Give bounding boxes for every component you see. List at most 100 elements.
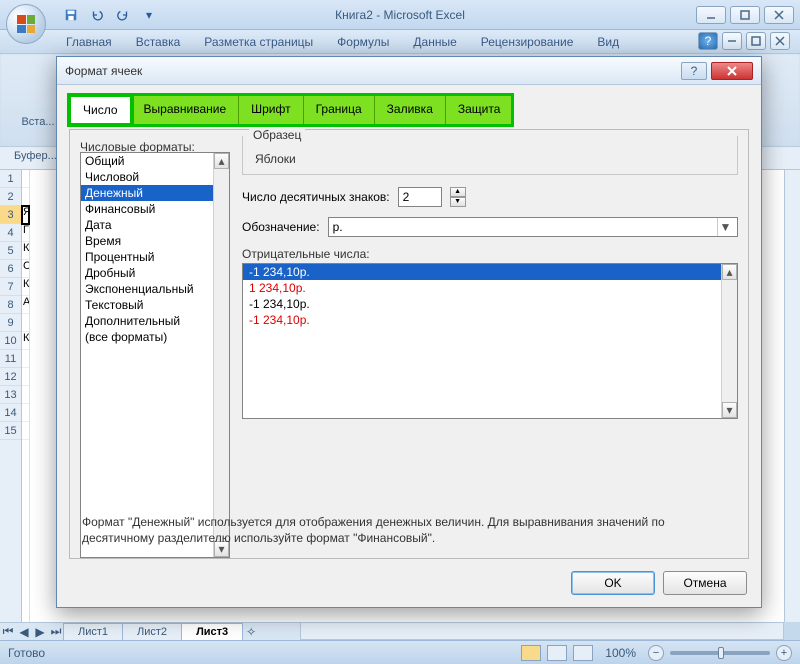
view-normal-button[interactable] [521,645,541,661]
format-item[interactable]: Дата [81,217,229,233]
row-header[interactable]: 6 [0,260,21,278]
format-item[interactable]: Дополнительный [81,313,229,329]
cell[interactable] [22,404,29,422]
tab-protection[interactable]: Защита [445,95,514,125]
decimals-input[interactable] [398,187,442,207]
ribbon-tab-home[interactable]: Главная [54,31,124,53]
tab-alignment[interactable]: Выравнивание [131,95,240,125]
sheet-insert-icon[interactable]: ✧ [243,624,259,640]
negative-format-item[interactable]: 1 234,10р. [243,280,737,296]
row-header[interactable]: 13 [0,386,21,404]
ribbon-tab-page-layout[interactable]: Разметка страницы [192,31,325,53]
cell[interactable] [22,422,29,440]
undo-icon[interactable] [86,4,108,26]
minimize-button[interactable] [696,6,726,24]
cell[interactable]: С [22,260,29,278]
sheet-nav-last-icon[interactable]: ⏭ [48,624,64,640]
cell[interactable]: А [22,296,29,314]
cell[interactable]: Г [22,224,29,242]
format-item[interactable]: Время [81,233,229,249]
sheet-nav-next-icon[interactable]: ▶ [32,624,48,640]
tab-fill[interactable]: Заливка [374,95,446,125]
sheet-tab[interactable]: Лист2 [122,623,182,640]
dialog-titlebar[interactable]: Формат ячеек ? [57,57,761,85]
tab-border[interactable]: Граница [303,95,375,125]
row-header[interactable]: 2 [0,188,21,206]
zoom-out-button[interactable]: − [648,645,664,661]
tab-number[interactable]: Число [69,95,132,125]
ok-button[interactable]: OK [571,571,655,595]
cell[interactable] [22,368,29,386]
row-header[interactable]: 1 [0,170,21,188]
sheet-nav-first-icon[interactable]: ⏮ [0,624,16,640]
symbol-select[interactable]: р. ▼ [328,217,738,237]
ribbon-tab-review[interactable]: Рецензирование [469,31,586,53]
list-scrollbar[interactable]: ▴ ▾ [721,264,737,418]
row-header[interactable]: 11 [0,350,21,368]
row-header[interactable]: 9 [0,314,21,332]
row-header[interactable]: 14 [0,404,21,422]
sheet-tab[interactable]: Лист1 [63,623,123,640]
ribbon-restore-button[interactable] [746,32,766,50]
dialog-help-button[interactable]: ? [681,62,707,80]
row-header[interactable]: 15 [0,422,21,440]
negative-format-item[interactable]: -1 234,10р. [243,296,737,312]
number-formats-list[interactable]: ОбщийЧисловойДенежныйФинансовыйДатаВремя… [80,152,230,558]
format-item[interactable]: Экспоненциальный [81,281,229,297]
row-header[interactable]: 7 [0,278,21,296]
scroll-down-icon[interactable]: ▾ [722,402,737,418]
ribbon-tab-insert[interactable]: Вставка [124,31,193,53]
spin-down-icon[interactable]: ▼ [450,197,466,207]
ribbon-tab-data[interactable]: Данные [401,31,468,53]
zoom-in-button[interactable]: + [776,645,792,661]
row-header[interactable]: 3 [0,206,21,224]
scroll-up-icon[interactable]: ▴ [722,264,737,280]
cell[interactable]: К [22,278,29,296]
close-button[interactable] [764,6,794,24]
ribbon-tab-formulas[interactable]: Формулы [325,31,401,53]
format-item[interactable]: Финансовый [81,201,229,217]
cell[interactable] [22,188,29,206]
format-item[interactable]: (все форматы) [81,329,229,345]
qat-customize-icon[interactable]: ▾ [138,4,160,26]
row-header[interactable]: 5 [0,242,21,260]
scroll-up-icon[interactable]: ▴ [214,153,229,169]
view-page-break-button[interactable] [573,645,593,661]
dialog-close-button[interactable] [711,62,753,80]
spin-up-icon[interactable]: ▲ [450,187,466,197]
view-page-layout-button[interactable] [547,645,567,661]
ribbon-minimize-button[interactable] [722,32,742,50]
negative-numbers-list[interactable]: -1 234,10р.1 234,10р.-1 234,10р.-1 234,1… [242,263,738,419]
sheet-nav-prev-icon[interactable]: ◀ [16,624,32,640]
format-item[interactable]: Текстовый [81,297,229,313]
list-scrollbar[interactable]: ▴ ▾ [213,153,229,557]
row-header[interactable]: 10 [0,332,21,350]
save-icon[interactable] [60,4,82,26]
horizontal-scrollbar[interactable] [300,622,784,640]
cell[interactable]: Я [22,206,29,224]
cell[interactable] [22,170,29,188]
cell[interactable] [22,314,29,332]
format-item[interactable]: Числовой [81,169,229,185]
cell[interactable] [22,350,29,368]
ribbon-close-button[interactable] [770,32,790,50]
cancel-button[interactable]: Отмена [663,571,747,595]
negative-format-item[interactable]: -1 234,10р. [243,264,737,280]
redo-icon[interactable] [112,4,134,26]
row-header[interactable]: 8 [0,296,21,314]
ribbon-tab-view[interactable]: Вид [585,31,631,53]
negative-format-item[interactable]: -1 234,10р. [243,312,737,328]
vertical-scrollbar[interactable] [784,170,800,622]
help-icon[interactable]: ? [698,32,718,50]
tab-font[interactable]: Шрифт [238,95,303,125]
format-item[interactable]: Процентный [81,249,229,265]
maximize-button[interactable] [730,6,760,24]
zoom-slider[interactable] [670,651,770,655]
format-item[interactable]: Дробный [81,265,229,281]
sheet-tab[interactable]: Лист3 [181,623,243,640]
office-button[interactable] [6,4,46,44]
cell[interactable]: К [22,242,29,260]
cell[interactable]: К [22,332,29,350]
cell[interactable] [22,386,29,404]
row-header[interactable]: 4 [0,224,21,242]
